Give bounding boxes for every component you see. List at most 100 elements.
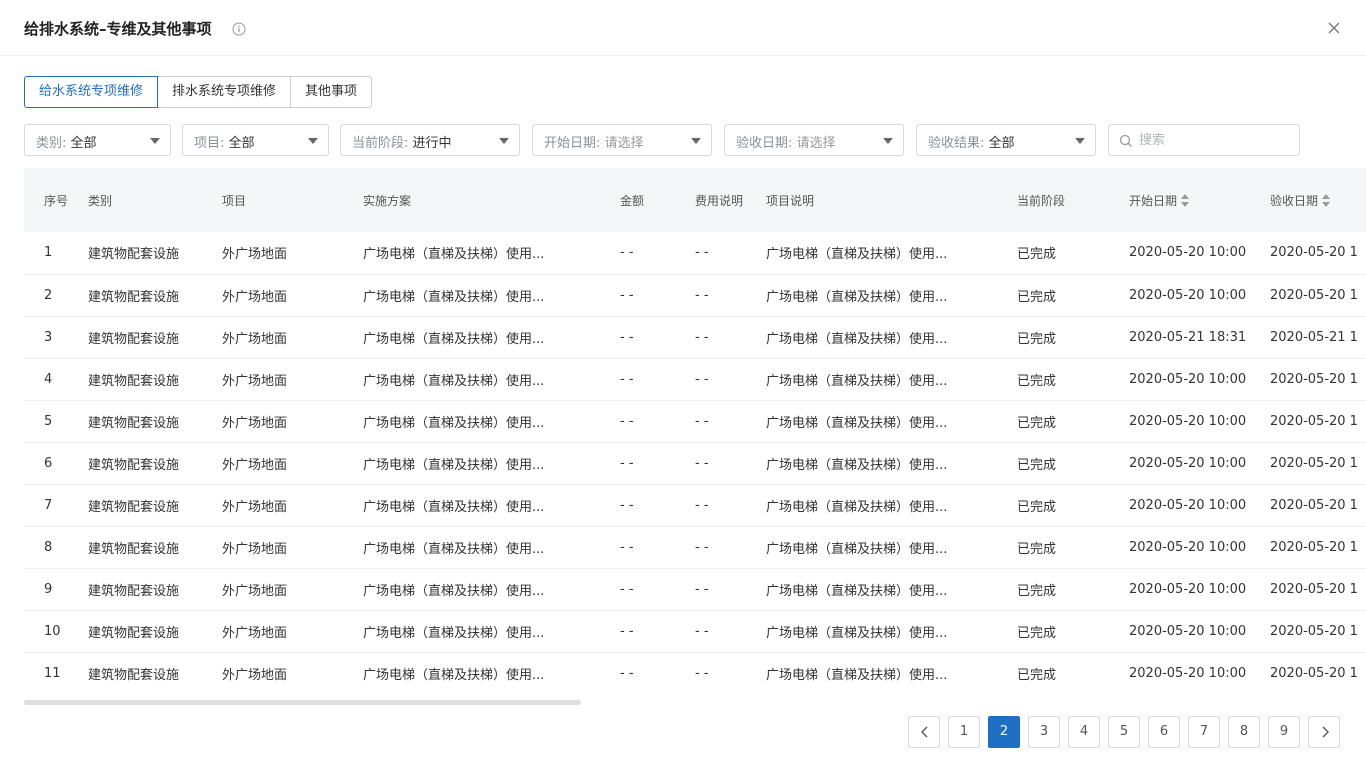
- cell-category: 建筑物配套设施: [88, 652, 222, 694]
- modal-title: 给排水系统–专维及其他事项: [24, 20, 212, 38]
- cell-category: 建筑物配套设施: [88, 526, 222, 569]
- cell-accept-date: 2020-05-20 1: [1270, 652, 1366, 694]
- filter-accept-result-select[interactable]: 验收结果: 全部: [916, 124, 1096, 156]
- cell-stage: 已完成: [1017, 484, 1129, 527]
- horizontal-scrollbar[interactable]: [24, 700, 581, 705]
- page-9-button[interactable]: 9: [1268, 716, 1300, 748]
- cell-project: 外广场地面: [222, 526, 363, 569]
- chevron-down-icon: [691, 138, 701, 144]
- cell-plan: 广场电梯（直梯及扶梯）使用...: [363, 442, 620, 485]
- cell-index: 11: [24, 652, 88, 694]
- info-icon[interactable]: [232, 22, 246, 36]
- cell-cost-note: - -: [695, 232, 766, 275]
- cell-accept-date: 2020-05-20 1: [1270, 610, 1366, 653]
- cell-accept-date: 2020-05-20 1: [1270, 400, 1366, 443]
- table-row[interactable]: 3 建筑物配套设施 外广场地面 广场电梯（直梯及扶梯）使用... - -- - 广场电梯（…: [24, 316, 1366, 359]
- cell-amount: - -: [620, 484, 695, 527]
- cell-index: 1: [24, 232, 88, 275]
- cell-plan: 广场电梯（直梯及扶梯）使用...: [363, 526, 620, 569]
- filter-category-select[interactable]: 类别: 全部: [24, 124, 171, 156]
- cell-index: 10: [24, 610, 88, 653]
- page-1-button[interactable]: 1: [948, 716, 980, 748]
- cell-category: 建筑物配套设施: [88, 568, 222, 611]
- search-icon: [1119, 134, 1132, 147]
- cell-project: 外广场地面: [222, 274, 363, 317]
- next-page-button[interactable]: [1308, 716, 1340, 748]
- column-header-accept-date[interactable]: 验收日期: [1270, 168, 1366, 232]
- tab-group: 给水系统专项维修 排水系统专项维修 其他事项: [24, 76, 373, 108]
- tab-water-supply[interactable]: 给水系统专项维修: [24, 76, 159, 108]
- table-row[interactable]: 9 建筑物配套设施 外广场地面 广场电梯（直梯及扶梯）使用... - -- - 广场电梯（…: [24, 568, 1366, 611]
- table-row[interactable]: 5 建筑物配套设施 外广场地面 广场电梯（直梯及扶梯）使用... - -- - 广场电梯（…: [24, 400, 1366, 443]
- cell-plan: 广场电梯（直梯及扶梯）使用...: [363, 400, 620, 443]
- filter-accept-date-select[interactable]: 验收日期: 请选择: [724, 124, 904, 156]
- cell-stage: 已完成: [1017, 568, 1129, 611]
- table-row[interactable]: 7 建筑物配套设施 外广场地面 广场电梯（直梯及扶梯）使用... - -- - 广场电梯（…: [24, 484, 1366, 527]
- column-header-plan: 实施方案: [363, 168, 620, 232]
- table-row[interactable]: 6 建筑物配套设施 外广场地面 广场电梯（直梯及扶梯）使用... - -- - 广场电梯（…: [24, 442, 1366, 485]
- cell-start-date: 2020-05-20 10:00: [1129, 274, 1270, 317]
- cell-project-note: 广场电梯（直梯及扶梯）使用...: [766, 610, 1017, 653]
- filter-start-date-select[interactable]: 开始日期: 请选择: [532, 124, 712, 156]
- cell-project-note: 广场电梯（直梯及扶梯）使用...: [766, 358, 1017, 401]
- column-header-start-date[interactable]: 开始日期: [1129, 168, 1270, 232]
- sort-icon[interactable]: [1181, 194, 1190, 208]
- page-8-button[interactable]: 8: [1228, 716, 1260, 748]
- table-row[interactable]: 11 建筑物配套设施 外广场地面 广场电梯（直梯及扶梯）使用... - -- - 广场电梯…: [24, 652, 1366, 694]
- filter-project-select[interactable]: 项目: 全部: [182, 124, 329, 156]
- column-header-amount: 金额: [620, 168, 695, 232]
- cell-stage: 已完成: [1017, 274, 1129, 317]
- cell-amount: - -: [620, 358, 695, 401]
- cell-project-note: 广场电梯（直梯及扶梯）使用...: [766, 316, 1017, 359]
- cell-cost-note: - -: [695, 484, 766, 527]
- cell-accept-date: 2020-05-21 1: [1270, 316, 1366, 359]
- tab-drainage[interactable]: 排水系统专项维修: [157, 76, 292, 108]
- table-row[interactable]: 8 建筑物配套设施 外广场地面 广场电梯（直梯及扶梯）使用... - -- - 广场电梯（…: [24, 526, 1366, 569]
- filter-stage-select[interactable]: 当前阶段: 进行中: [340, 124, 520, 156]
- filter-label: 开始日期:: [544, 136, 601, 151]
- sort-icon[interactable]: [1322, 194, 1331, 208]
- cell-start-date: 2020-05-20 10:00: [1129, 526, 1270, 569]
- cell-plan: 广场电梯（直梯及扶梯）使用...: [363, 484, 620, 527]
- cell-plan: 广场电梯（直梯及扶梯）使用...: [363, 652, 620, 694]
- column-header-index: 序号: [24, 168, 88, 232]
- cell-stage: 已完成: [1017, 358, 1129, 401]
- cell-stage: 已完成: [1017, 442, 1129, 485]
- cell-index: 3: [24, 316, 88, 359]
- column-header-project: 项目: [222, 168, 363, 232]
- page-3-button[interactable]: 3: [1028, 716, 1060, 748]
- page-6-button[interactable]: 6: [1148, 716, 1180, 748]
- cell-project-note: 广场电梯（直梯及扶梯）使用...: [766, 232, 1017, 275]
- table-row[interactable]: 4 建筑物配套设施 外广场地面 广场电梯（直梯及扶梯）使用... - -- - 广场电梯（…: [24, 358, 1366, 401]
- filter-label: 当前阶段:: [352, 136, 409, 151]
- search-input[interactable]: [1139, 130, 1289, 150]
- table-row[interactable]: 1 建筑物配套设施 外广场地面 广场电梯（直梯及扶梯）使用... - -- - 广场电梯（…: [24, 232, 1366, 275]
- cell-category: 建筑物配套设施: [88, 232, 222, 275]
- cell-accept-date: 2020-05-20 1: [1270, 274, 1366, 317]
- cell-stage: 已完成: [1017, 400, 1129, 443]
- page-2-button[interactable]: 2: [988, 716, 1020, 748]
- cell-cost-note: - -: [695, 400, 766, 443]
- cell-start-date: 2020-05-20 10:00: [1129, 358, 1270, 401]
- cell-accept-date: 2020-05-20 1: [1270, 568, 1366, 611]
- cell-project: 外广场地面: [222, 442, 363, 485]
- table-row[interactable]: 10 建筑物配套设施 外广场地面 广场电梯（直梯及扶梯）使用... - -- - 广场电梯…: [24, 610, 1366, 653]
- page-5-button[interactable]: 5: [1108, 716, 1140, 748]
- cell-plan: 广场电梯（直梯及扶梯）使用...: [363, 358, 620, 401]
- cell-start-date: 2020-05-20 10:00: [1129, 400, 1270, 443]
- cell-project: 外广场地面: [222, 484, 363, 527]
- cell-index: 5: [24, 400, 88, 443]
- table-row[interactable]: 2 建筑物配套设施 外广场地面 广场电梯（直梯及扶梯）使用... - -- - 广场电梯（…: [24, 274, 1366, 317]
- cell-stage: 已完成: [1017, 232, 1129, 275]
- tab-other[interactable]: 其他事项: [290, 76, 373, 108]
- page-4-button[interactable]: 4: [1068, 716, 1100, 748]
- cell-stage: 已完成: [1017, 526, 1129, 569]
- page-7-button[interactable]: 7: [1188, 716, 1220, 748]
- cell-amount: - -: [620, 568, 695, 611]
- cell-start-date: 2020-05-20 10:00: [1129, 484, 1270, 527]
- prev-page-button[interactable]: [908, 716, 940, 748]
- filter-label: 验收日期:: [736, 136, 793, 151]
- close-icon[interactable]: [1326, 20, 1342, 36]
- cell-cost-note: - -: [695, 652, 766, 694]
- cell-project: 外广场地面: [222, 358, 363, 401]
